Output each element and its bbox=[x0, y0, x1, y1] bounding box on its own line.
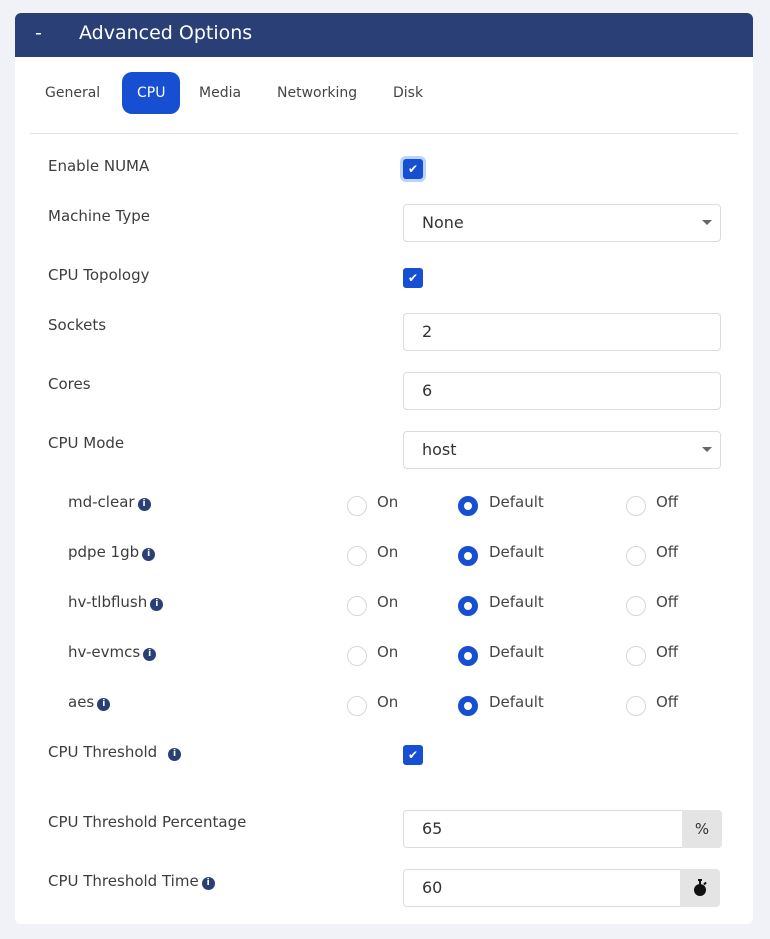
radio-on-label[interactable]: On bbox=[377, 593, 398, 611]
enable-numa-checkbox[interactable]: ✔ bbox=[403, 159, 423, 179]
flag-name: hv-evmcs bbox=[68, 643, 141, 661]
cpu-mode-value: host bbox=[422, 440, 457, 459]
enable-numa-label: Enable NUMA bbox=[48, 157, 150, 175]
info-icon[interactable]: i bbox=[142, 548, 156, 561]
cpu-threshold-time-label: CPU Threshold Time i bbox=[48, 872, 215, 890]
cpu-threshold-label: CPU Threshold i bbox=[48, 743, 181, 761]
flag-label: pdpe 1gb i bbox=[68, 543, 156, 561]
cores-label: Cores bbox=[48, 375, 91, 393]
machine-type-select[interactable]: None bbox=[403, 204, 721, 242]
sockets-input[interactable]: 2 bbox=[403, 313, 721, 351]
radio-off[interactable] bbox=[626, 696, 646, 716]
advanced-options-panel: - Advanced Options General CPU Media Net… bbox=[15, 13, 753, 924]
radio-default-label[interactable]: Default bbox=[489, 493, 544, 511]
cpu-mode-label: CPU Mode bbox=[48, 434, 125, 452]
radio-on[interactable] bbox=[347, 646, 367, 666]
radio-on[interactable] bbox=[347, 546, 367, 566]
radio-off[interactable] bbox=[626, 646, 646, 666]
info-icon[interactable]: i bbox=[137, 498, 151, 511]
radio-on[interactable] bbox=[347, 696, 367, 716]
percent-addon: % bbox=[682, 810, 722, 848]
radio-off[interactable] bbox=[626, 596, 646, 616]
tab-general[interactable]: General bbox=[30, 72, 115, 114]
info-icon[interactable]: i bbox=[97, 698, 111, 711]
radio-off-label[interactable]: Off bbox=[656, 693, 678, 711]
radio-default-label[interactable]: Default bbox=[489, 593, 544, 611]
info-icon[interactable]: i bbox=[150, 598, 164, 611]
cpu-threshold-time-text: CPU Threshold Time bbox=[48, 872, 199, 890]
radio-default-label[interactable]: Default bbox=[489, 543, 544, 561]
tab-networking[interactable]: Networking bbox=[262, 72, 372, 114]
flag-label: aes i bbox=[68, 693, 111, 711]
radio-off-label[interactable]: Off bbox=[656, 493, 678, 511]
radio-on-label[interactable]: On bbox=[377, 643, 398, 661]
collapse-toggle[interactable]: - bbox=[35, 22, 42, 44]
divider bbox=[30, 133, 738, 134]
flag-name: aes bbox=[68, 693, 95, 711]
flag-label: hv-tlbflush i bbox=[68, 593, 164, 611]
cpu-topology-checkbox[interactable]: ✔ bbox=[403, 268, 423, 288]
radio-off-label[interactable]: Off bbox=[656, 643, 678, 661]
sockets-label: Sockets bbox=[48, 316, 107, 334]
chevron-down-icon bbox=[702, 447, 712, 452]
radio-on[interactable] bbox=[347, 596, 367, 616]
flag-name: md-clear bbox=[68, 493, 135, 511]
flag-name: pdpe 1gb bbox=[68, 543, 140, 561]
machine-type-label: Machine Type bbox=[48, 207, 151, 225]
radio-on-label[interactable]: On bbox=[377, 493, 398, 511]
panel-title: Advanced Options bbox=[79, 22, 253, 44]
flag-label: md-clear i bbox=[68, 493, 151, 511]
flag-name: hv-tlbflush bbox=[68, 593, 148, 611]
cpu-threshold-time-input[interactable]: 60 bbox=[403, 869, 681, 907]
radio-on-label[interactable]: On bbox=[377, 693, 398, 711]
cpu-threshold-checkbox[interactable]: ✔ bbox=[403, 745, 423, 765]
cpu-mode-select[interactable]: host bbox=[403, 431, 721, 469]
radio-on-label[interactable]: On bbox=[377, 543, 398, 561]
tab-disk[interactable]: Disk bbox=[378, 72, 438, 114]
chevron-down-icon bbox=[702, 220, 712, 225]
radio-off-label[interactable]: Off bbox=[656, 543, 678, 561]
radio-off-label[interactable]: Off bbox=[656, 593, 678, 611]
radio-default[interactable] bbox=[458, 696, 478, 716]
radio-default[interactable] bbox=[458, 496, 478, 516]
panel-header[interactable]: - Advanced Options bbox=[15, 13, 753, 57]
info-icon[interactable]: i bbox=[201, 877, 215, 890]
machine-type-value: None bbox=[422, 213, 464, 232]
cpu-topology-label: CPU Topology bbox=[48, 266, 150, 284]
info-icon[interactable]: i bbox=[143, 648, 157, 661]
stopwatch-addon bbox=[680, 869, 720, 907]
radio-default-label[interactable]: Default bbox=[489, 693, 544, 711]
radio-off[interactable] bbox=[626, 546, 646, 566]
info-icon[interactable]: i bbox=[167, 748, 181, 761]
cpu-threshold-percentage-input[interactable]: 65 bbox=[403, 810, 683, 848]
radio-on[interactable] bbox=[347, 496, 367, 516]
radio-default[interactable] bbox=[458, 646, 478, 666]
stopwatch-icon bbox=[694, 879, 707, 896]
cpu-threshold-text: CPU Threshold bbox=[48, 743, 158, 761]
cpu-threshold-percentage-label: CPU Threshold Percentage bbox=[48, 813, 247, 831]
radio-default[interactable] bbox=[458, 596, 478, 616]
tab-media[interactable]: Media bbox=[184, 72, 256, 114]
radio-default-label[interactable]: Default bbox=[489, 643, 544, 661]
tab-cpu[interactable]: CPU bbox=[122, 72, 181, 114]
cores-input[interactable]: 6 bbox=[403, 372, 721, 410]
radio-off[interactable] bbox=[626, 496, 646, 516]
radio-default[interactable] bbox=[458, 546, 478, 566]
flag-label: hv-evmcs i bbox=[68, 643, 157, 661]
